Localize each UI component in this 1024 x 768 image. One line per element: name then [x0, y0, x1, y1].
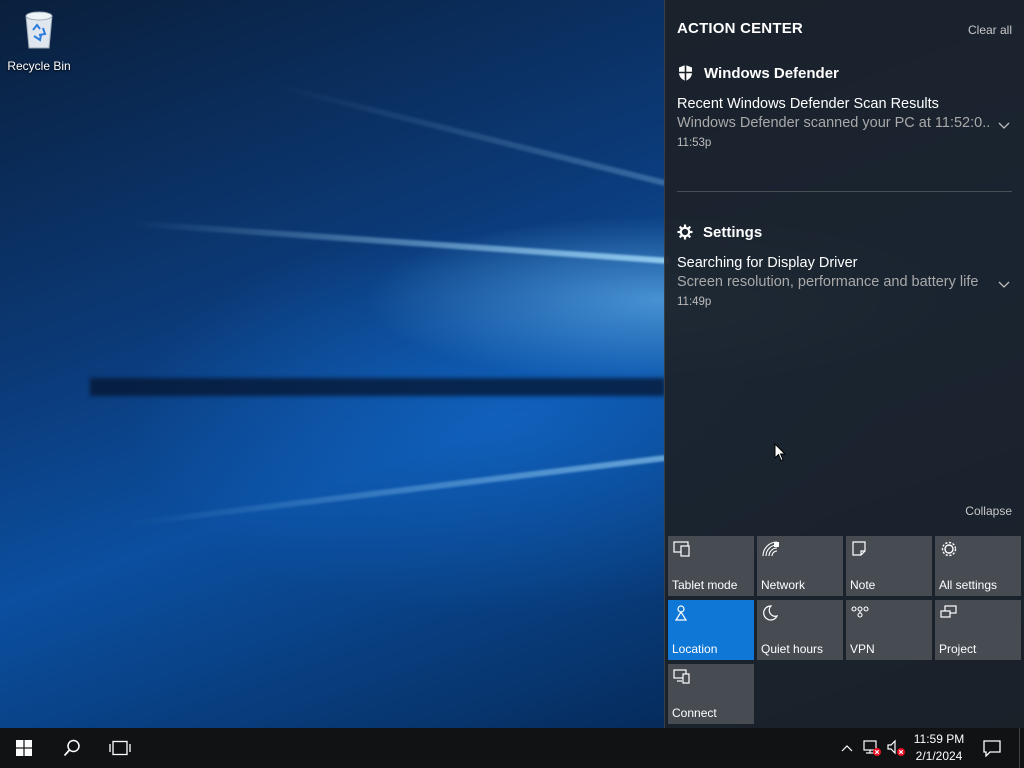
notification-body: Screen resolution, performance and batte…	[677, 274, 979, 290]
notification-group-header[interactable]: Settings	[677, 221, 1012, 243]
shield-icon	[679, 65, 692, 81]
notification-title: Searching for Display Driver	[677, 255, 858, 271]
collapse-button[interactable]: Collapse	[965, 504, 1012, 518]
clock-date: 2/1/2024	[915, 749, 963, 763]
clear-all-button[interactable]: Clear all	[968, 23, 1012, 37]
wallpaper-dark-band	[90, 378, 665, 396]
quick-action-label: Location	[672, 642, 718, 656]
windows-logo-icon	[16, 740, 32, 756]
search-icon	[63, 739, 80, 757]
quick-action-quiet-hours[interactable]: Quiet hours	[757, 600, 843, 660]
network-tray-button[interactable]	[860, 728, 884, 768]
chevron-up-icon	[841, 745, 853, 752]
notification-item[interactable]: Recent Windows Defender Scan Results Win…	[677, 96, 1012, 149]
quick-action-all-settings[interactable]: All settings	[935, 536, 1021, 596]
gear-icon	[941, 541, 957, 557]
notification-divider	[677, 191, 1012, 192]
action-center-icon	[983, 739, 1001, 757]
chevron-down-icon[interactable]	[998, 281, 1010, 289]
quick-action-label: Network	[761, 578, 806, 592]
search-button[interactable]	[48, 728, 96, 768]
gear-icon	[677, 224, 693, 240]
taskbar-clock[interactable]: 11:59 PM 2/1/2024	[906, 731, 972, 765]
recycle-bin-icon	[25, 11, 53, 49]
moon-icon	[763, 605, 779, 621]
notification-group-app-name: Windows Defender	[704, 64, 839, 82]
tablet-mode-icon	[673, 541, 690, 557]
quick-action-label: Project	[939, 642, 977, 656]
task-view-button[interactable]	[96, 728, 144, 768]
location-icon	[674, 605, 688, 621]
notification-group-header[interactable]: Windows Defender	[677, 62, 1012, 84]
wallpaper-light-beam	[131, 220, 671, 264]
wallpaper-light-beam	[123, 455, 666, 528]
notification-time: 11:53p	[677, 137, 712, 149]
notification-group-settings: Settings Searching for Display Driver Sc…	[677, 221, 1012, 308]
quick-action-location[interactable]: Location	[668, 600, 754, 660]
quick-action-label: All settings	[939, 578, 998, 592]
taskbar: 11:59 PM 2/1/2024	[0, 728, 1024, 768]
quick-action-network[interactable]: Network	[757, 536, 843, 596]
quick-action-tablet-mode[interactable]: Tablet mode	[668, 536, 754, 596]
quick-action-label: Note	[850, 578, 876, 592]
notification-group-windows-defender: Windows Defender Recent Windows Defender…	[677, 62, 1012, 149]
chevron-down-icon[interactable]	[998, 122, 1010, 130]
notification-title: Recent Windows Defender Scan Results	[677, 96, 939, 112]
quick-action-project[interactable]: Project	[935, 600, 1021, 660]
action-center-title: ACTION CENTER	[677, 20, 803, 37]
quick-action-vpn[interactable]: VPN	[846, 600, 932, 660]
note-icon	[852, 541, 866, 556]
task-view-icon	[109, 740, 131, 756]
quick-action-connect[interactable]: Connect	[668, 664, 754, 724]
network-icon	[762, 541, 779, 557]
quick-action-label: Quiet hours	[761, 642, 824, 656]
volume-tray-button[interactable]	[884, 728, 908, 768]
desktop-icon-recycle-bin[interactable]: Recycle Bin	[4, 8, 74, 73]
wallpaper-light-beam	[271, 82, 666, 186]
connect-icon	[673, 669, 690, 684]
start-button[interactable]	[0, 728, 48, 768]
notification-item[interactable]: Searching for Display Driver Screen reso…	[677, 255, 1012, 308]
quick-action-label: VPN	[850, 642, 875, 656]
quick-action-label: Tablet mode	[672, 578, 738, 592]
notification-body: Windows Defender scanned your PC at 11:5…	[677, 115, 989, 131]
recycle-bin-label: Recycle Bin	[7, 59, 71, 73]
action-center-button[interactable]	[978, 728, 1006, 768]
mouse-cursor-icon	[774, 443, 786, 462]
clock-time: 11:59 PM	[913, 732, 965, 746]
quick-action-label: Connect	[672, 706, 717, 720]
notification-time: 11:49p	[677, 296, 712, 308]
notification-group-app-name: Settings	[703, 223, 763, 241]
show-desktop-button[interactable]	[1019, 728, 1024, 768]
vpn-icon	[851, 606, 869, 618]
action-center-panel: ACTION CENTER Clear all Windows Defender…	[664, 0, 1024, 728]
project-icon	[940, 605, 957, 618]
speaker-muted-icon	[887, 739, 905, 756]
network-disconnected-icon	[863, 740, 881, 756]
show-hidden-icons-button[interactable]	[836, 728, 858, 768]
quick-action-note[interactable]: Note	[846, 536, 932, 596]
